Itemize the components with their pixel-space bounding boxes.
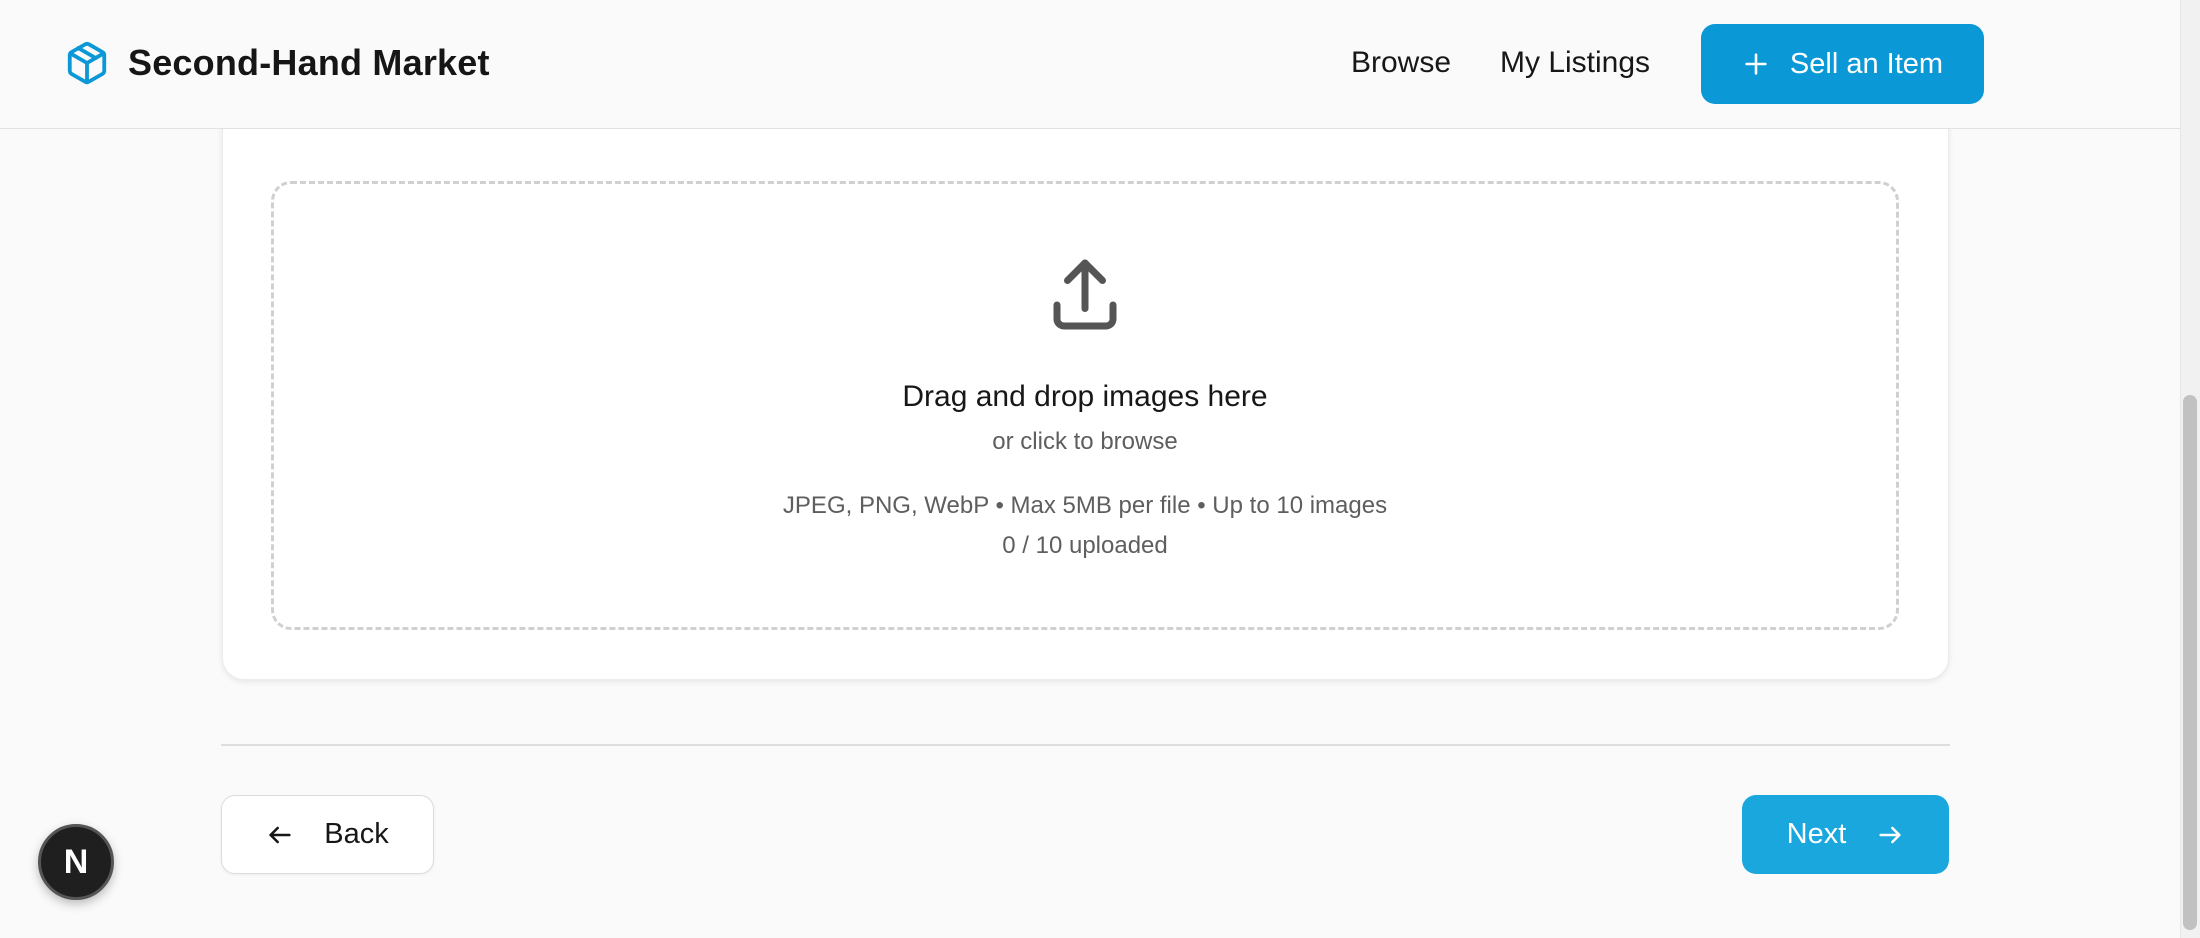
package-box-icon — [67, 41, 107, 85]
arrow-right-icon — [1879, 826, 1901, 843]
dev-tools-badge[interactable]: N — [38, 824, 114, 900]
back-label: Back — [324, 818, 389, 850]
nav-browse-link[interactable]: Browse — [1351, 46, 1451, 80]
dropzone-browse-hint[interactable]: or click to browse — [0, 428, 2170, 456]
divider — [221, 744, 1950, 746]
upload-icon — [1053, 259, 1117, 330]
upload-count: 0 / 10 uploaded — [1002, 532, 1168, 559]
brand[interactable]: Second-Hand Market — [64, 40, 490, 86]
nav-my-listings-link[interactable]: My Listings — [1500, 46, 1650, 80]
back-button[interactable]: Back — [221, 795, 434, 874]
sell-item-label: Sell an Item — [1789, 47, 1944, 80]
dropzone-title: Drag and drop images here — [902, 380, 1268, 413]
page: Second-Hand Market Browse My Listings Se… — [0, 0, 2200, 938]
plus-icon — [1745, 53, 1767, 75]
next-label: Next — [1786, 818, 1847, 850]
top-navbar: Second-Hand Market Browse My Listings Se… — [0, 0, 2180, 129]
next-button[interactable]: Next — [1742, 795, 1949, 874]
scrollbar-thumb[interactable] — [2183, 395, 2197, 930]
sell-item-button[interactable]: Sell an Item — [1701, 24, 1984, 104]
arrow-left-icon — [269, 826, 291, 843]
dropzone-file-requirements: JPEG, PNG, WebP • Max 5MB per file • Up … — [782, 492, 1388, 519]
brand-name: Second-Hand Market — [128, 42, 490, 83]
